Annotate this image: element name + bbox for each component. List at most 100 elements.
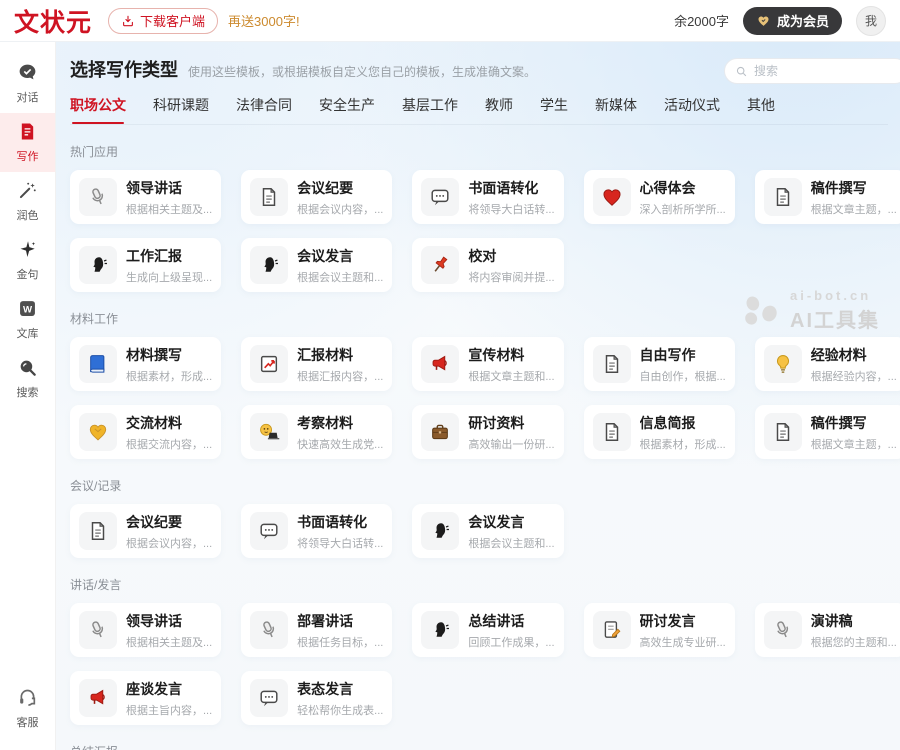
app-logo: 文状元 [14, 3, 92, 39]
template-card[interactable]: 自由写作自由创作，根据... [584, 337, 735, 391]
search-input[interactable] [754, 64, 897, 78]
sidebar-item-spark[interactable]: 金句 [0, 231, 55, 290]
card-desc: 深入剖析所学所... [640, 201, 726, 217]
card-desc: 根据相关主题及... [126, 634, 212, 650]
headset-icon [17, 687, 38, 711]
template-card[interactable]: 校对将内容审阅并提... [412, 238, 563, 292]
tab[interactable]: 活动仪式 [664, 95, 720, 124]
user-avatar[interactable]: 我 [856, 6, 886, 36]
mic-icon [79, 611, 117, 649]
card-desc: 高效输出一份研... [468, 436, 554, 452]
card-title: 工作汇报 [126, 246, 212, 266]
card-desc: 高效生成专业研... [640, 634, 726, 650]
template-card[interactable]: 演讲稿根据您的主题和... [755, 603, 900, 657]
template-card[interactable]: 座谈发言根据主旨内容，... [70, 671, 221, 725]
tab[interactable]: 教师 [485, 95, 513, 124]
sidebar-item-label: 对话 [17, 89, 39, 105]
template-card[interactable]: 总结讲话回顾工作成果，... [412, 603, 563, 657]
sidebar-item-magic-wand[interactable]: 润色 [0, 172, 55, 231]
chat-icon [250, 679, 288, 717]
card-title: 演讲稿 [811, 611, 897, 631]
card-desc: 根据会议主题和... [297, 269, 383, 285]
card-desc: 根据汇报内容，... [297, 368, 383, 384]
sidebar-item-label: 金句 [17, 266, 39, 282]
card-grid: 材料撰写根据素材，形成... 汇报材料根据汇报内容，... 宣传材料根据文章主题和.… [70, 337, 888, 459]
card-desc: 根据交流内容，... [126, 436, 212, 452]
template-card[interactable]: 部署讲话根据任务目标，... [241, 603, 392, 657]
tab[interactable]: 其他 [747, 95, 775, 124]
template-section: 材料工作材料撰写根据素材，形成... 汇报材料根据汇报内容，... 宣传材料根据文章… [70, 310, 888, 459]
template-card[interactable]: 工作汇报生成向上级呈现... [70, 238, 221, 292]
template-card[interactable]: 稿件撰写根据文章主题，... [755, 170, 900, 224]
template-card[interactable]: 领导讲话根据相关主题及... [70, 603, 221, 657]
become-member-button[interactable]: 成为会员 [743, 7, 842, 35]
card-title: 表态发言 [297, 679, 383, 699]
template-card[interactable]: 稿件撰写根据文章主题，... [755, 405, 900, 459]
template-card[interactable]: 会议发言根据会议主题和... [241, 238, 392, 292]
chart-up-icon [250, 345, 288, 383]
megaphone-red-icon [421, 345, 459, 383]
template-card[interactable]: 宣传材料根据文章主题和... [412, 337, 563, 391]
tab[interactable]: 安全生产 [319, 95, 375, 124]
chat-check-icon [17, 62, 38, 86]
template-card[interactable]: 材料撰写根据素材，形成... [70, 337, 221, 391]
template-card[interactable]: 书面语转化将领导大白话转... [241, 504, 392, 558]
sidebar-item-label: 文库 [17, 325, 39, 341]
card-title: 会议纪要 [297, 178, 383, 198]
doc-icon [764, 413, 802, 451]
sidebar-item-headset[interactable]: 客服 [0, 679, 55, 738]
card-grid: 会议纪要根据会议内容，... 书面语转化将领导大白话转... 会议发言根据会议主题和… [70, 504, 888, 558]
section-title: 会议/记录 [70, 477, 888, 494]
sidebar-item-search[interactable]: 搜索 [0, 349, 55, 408]
card-desc: 根据文章主题，... [811, 436, 897, 452]
section-title: 材料工作 [70, 310, 888, 327]
template-card[interactable]: 经验材料根据经验内容，... [755, 337, 900, 391]
w-square-icon: W [17, 298, 38, 322]
spark-icon [17, 239, 38, 263]
sidebar-item-w-square[interactable]: W 文库 [0, 290, 55, 349]
card-title: 领导讲话 [126, 178, 212, 198]
card-title: 研讨发言 [640, 611, 726, 631]
template-section: 会议/记录会议纪要根据会议内容，... 书面语转化将领导大白话转... 会议发言根据… [70, 477, 888, 558]
template-card[interactable]: 书面语转化将领导大白话转... [412, 170, 563, 224]
template-card[interactable]: 会议纪要根据会议内容，... [70, 504, 221, 558]
tab[interactable]: 新媒体 [595, 95, 637, 124]
chat-icon [421, 178, 459, 216]
sidebar-item-write-doc[interactable]: 写作 [0, 113, 55, 172]
category-tabs: 职场公文科研课题法律合同安全生产基层工作教师学生新媒体活动仪式其他 [70, 95, 888, 125]
template-card[interactable]: 信息简报根据素材，形成... [584, 405, 735, 459]
template-card[interactable]: 会议发言根据会议主题和... [412, 504, 563, 558]
template-card[interactable]: 汇报材料根据汇报内容，... [241, 337, 392, 391]
template-card[interactable]: 考察材料快速高效生成党... [241, 405, 392, 459]
template-card[interactable]: 表态发言轻松帮你生成表... [241, 671, 392, 725]
template-card[interactable]: 研讨资料高效输出一份研... [412, 405, 563, 459]
card-title: 会议发言 [468, 512, 554, 532]
template-card[interactable]: 心得体会深入剖析所学所... [584, 170, 735, 224]
card-title: 总结讲话 [468, 611, 554, 631]
tab[interactable]: 基层工作 [402, 95, 458, 124]
card-desc: 生成向上级呈现... [126, 269, 212, 285]
tab[interactable]: 法律合同 [236, 95, 292, 124]
tab[interactable]: 职场公文 [70, 95, 126, 124]
sidebar-item-chat-check[interactable]: 对话 [0, 54, 55, 113]
tab[interactable]: 学生 [540, 95, 568, 124]
search-icon [17, 357, 38, 381]
briefcase-brown-icon [421, 413, 459, 451]
template-card[interactable]: 领导讲话根据相关主题及... [70, 170, 221, 224]
template-card[interactable]: 交流材料根据交流内容，... [70, 405, 221, 459]
card-title: 部署讲话 [297, 611, 383, 631]
magic-wand-icon [17, 180, 38, 204]
template-card[interactable]: 会议纪要根据会议内容，... [241, 170, 392, 224]
download-client-button[interactable]: 下载客户端 [108, 8, 218, 34]
page-title: 选择写作类型 [70, 56, 178, 82]
speak-head-icon [421, 611, 459, 649]
card-title: 校对 [468, 246, 554, 266]
card-title: 考察材料 [297, 413, 383, 433]
card-title: 会议纪要 [126, 512, 212, 532]
bulb-yellow-icon [764, 345, 802, 383]
template-card[interactable]: 研讨发言高效生成专业研... [584, 603, 735, 657]
template-search[interactable] [724, 58, 900, 84]
svg-text:W: W [23, 304, 33, 315]
doc-icon [250, 178, 288, 216]
tab[interactable]: 科研课题 [153, 95, 209, 124]
